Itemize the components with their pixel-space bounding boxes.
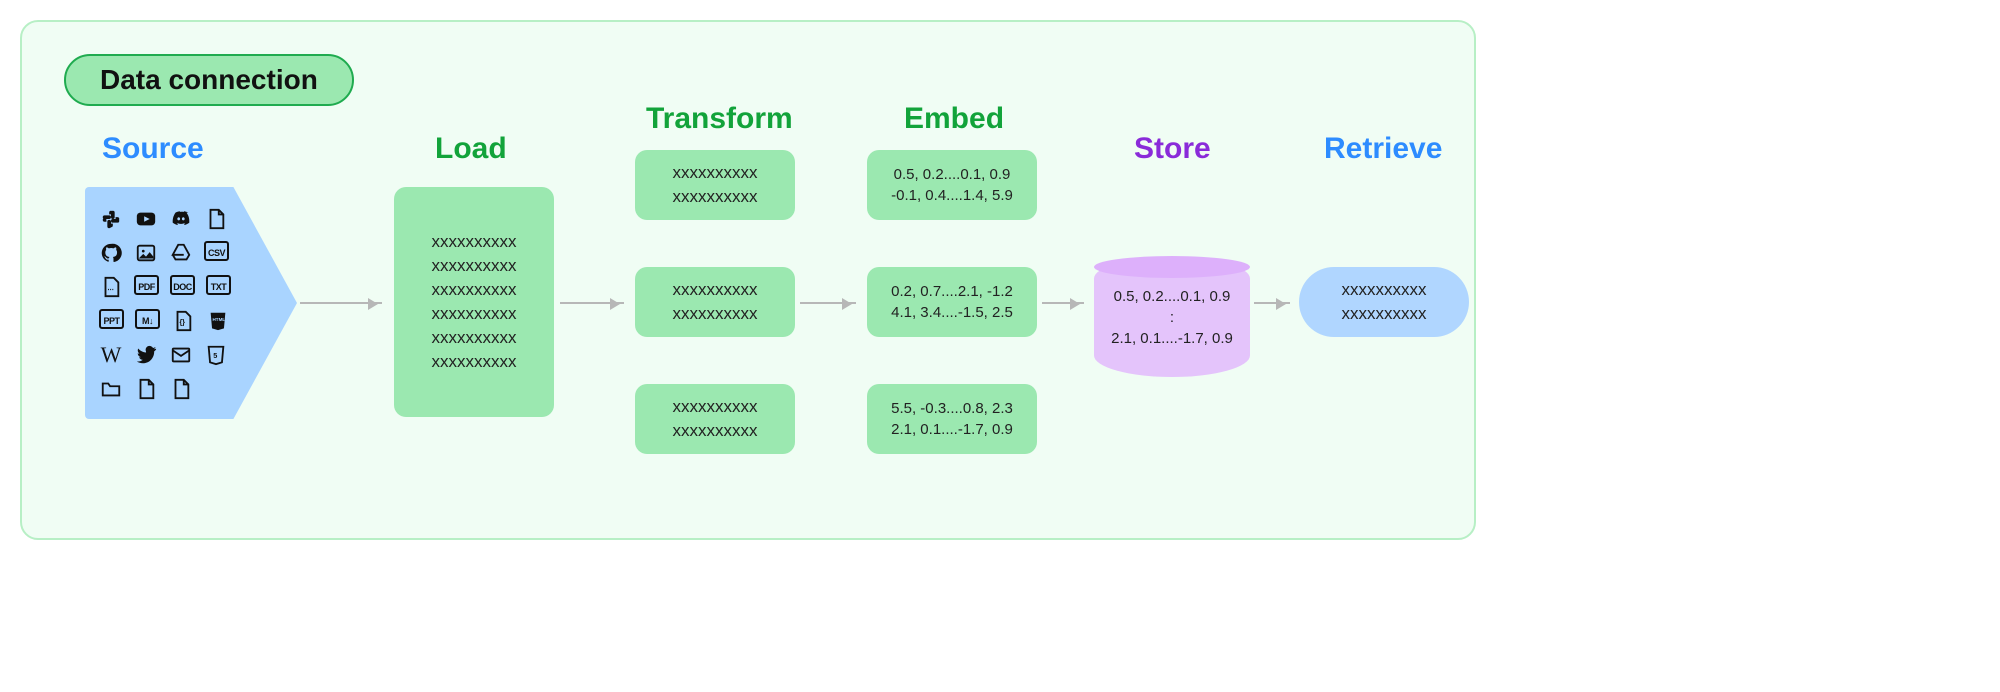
gdrive-icon [169,241,193,265]
text-line: xxxxxxxxxx [432,232,517,252]
folder-icon [99,377,123,401]
csv-icon: CSV [204,241,229,261]
retrieve-block: xxxxxxxxxx xxxxxxxxxx [1299,267,1469,337]
text-line: 5.5, -0.3....0.8, 2.3 [891,400,1013,417]
text-line: xxxxxxxxxx [432,352,517,372]
arrow-transform-embed [800,302,856,304]
text-line: xxxxxxxxxx [1342,280,1427,300]
text-line: xxxxxxxxxx [1342,304,1427,324]
code-icon: {} [171,309,195,333]
text-line: : [1111,307,1233,328]
embed-chunk-2: 0.2, 0.7....2.1, -1.2 4.1, 3.4....-1.5, … [867,267,1037,337]
transform-chunk-1: xxxxxxxxxx xxxxxxxxxx [635,150,795,220]
mail-icon [169,343,193,367]
text-line: xxxxxxxxxx [673,304,758,324]
pdf-file-icon: ⋯ [99,275,123,299]
text-line: xxxxxxxxxx [673,280,758,300]
txt-icon: TXT [206,275,231,295]
transform-chunk-2: xxxxxxxxxx xxxxxxxxxx [635,267,795,337]
text-line: xxxxxxxxxx [673,187,758,207]
youtube-icon [134,207,158,231]
embed-chunk-3: 5.5, -0.3....0.8, 2.3 2.1, 0.1....-1.7, … [867,384,1037,454]
doc-icon: DOC [170,275,195,295]
arrow-store-retrieve [1254,302,1290,304]
html-shield-icon: HTML [206,309,230,333]
pdf-icon: PDF [134,275,159,295]
title-embed: Embed [904,102,1004,136]
text-line: 2.1, 0.1....-1.7, 0.9 [891,421,1013,438]
wikipedia-icon: W [99,343,123,367]
source-shape: CSV ⋯ PDF DOC TXT PPT M↓ {} HTML W 5 [85,187,297,419]
text-line: xxxxxxxxxx [432,304,517,324]
image-icon [134,241,158,265]
diagram-frame: Data connection Source Load Transform Em… [20,20,1476,540]
text-line: 0.2, 0.7....2.1, -1.2 [891,283,1013,300]
text-line: xxxxxxxxxx [673,397,758,417]
title-transform: Transform [646,102,793,136]
text-line: xxxxxxxxxx [673,163,758,183]
file2-icon [134,377,158,401]
transform-chunk-3: xxxxxxxxxx xxxxxxxxxx [635,384,795,454]
store-cylinder: 0.5, 0.2....0.1, 0.9 : 2.1, 0.1....-1.7,… [1094,257,1250,377]
text-line: 2.1, 0.1....-1.7, 0.9 [1111,328,1233,349]
svg-text:HTML: HTML [213,317,226,322]
html-tag-icon: 5 [204,343,228,367]
ppt-icon: PPT [99,309,124,329]
text-line: 4.1, 3.4....-1.5, 2.5 [891,304,1013,321]
github-icon [99,241,123,265]
slack-icon [99,207,123,231]
markdown-icon: M↓ [135,309,160,329]
text-line: xxxxxxxxxx [432,256,517,276]
text-line: xxxxxxxxxx [432,328,517,348]
svg-text:⋯: ⋯ [107,287,113,294]
arrow-embed-store [1042,302,1084,304]
title-load: Load [435,132,507,166]
arrow-source-load [300,302,382,304]
title-store: Store [1134,132,1211,166]
title-badge: Data connection [64,54,354,106]
text-line: 0.5, 0.2....0.1, 0.9 [1111,286,1233,307]
text-line: -0.1, 0.4....1.4, 5.9 [891,187,1013,204]
arrow-load-transform [560,302,624,304]
file3-icon [169,377,193,401]
discord-icon [169,207,193,231]
svg-text:5: 5 [213,351,217,360]
load-block: xxxxxxxxxx xxxxxxxxxx xxxxxxxxxx xxxxxxx… [394,187,554,417]
text-line: xxxxxxxxxx [673,421,758,441]
text-line: xxxxxxxxxx [432,280,517,300]
twitter-icon [134,343,158,367]
text-line: 0.5, 0.2....0.1, 0.9 [894,166,1011,183]
title-retrieve: Retrieve [1324,132,1442,166]
title-source: Source [102,132,204,166]
svg-text:{}: {} [179,318,185,327]
file-icon [204,207,228,231]
embed-chunk-1: 0.5, 0.2....0.1, 0.9 -0.1, 0.4....1.4, 5… [867,150,1037,220]
